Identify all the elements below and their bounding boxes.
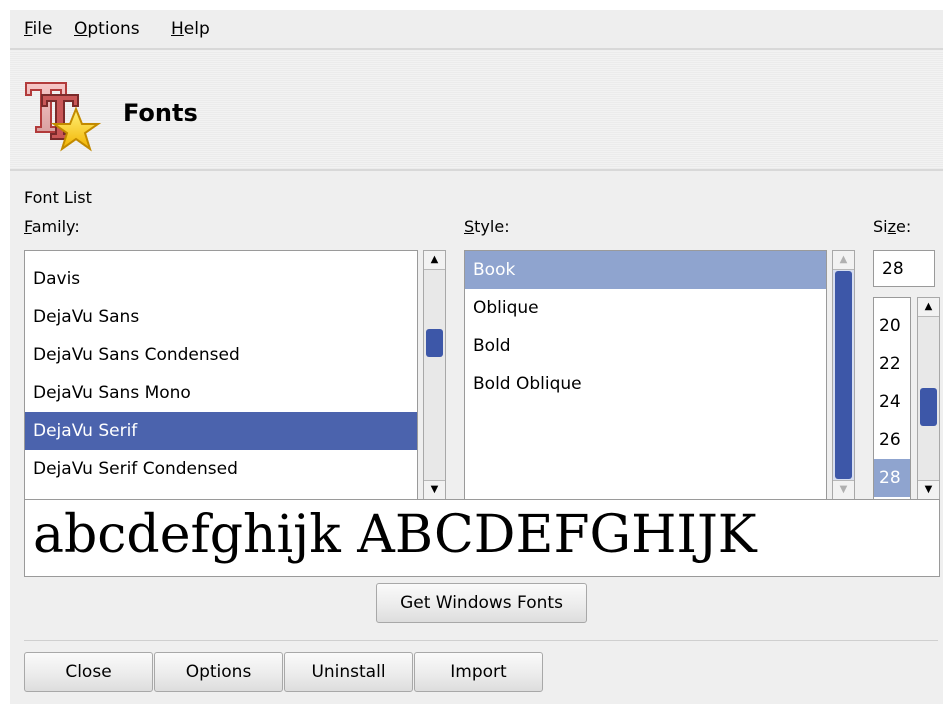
family-label-text: amily: (31, 217, 80, 236)
family-list[interactable]: Davis DejaVu Sans DejaVu Sans Condensed … (24, 250, 418, 500)
font-preview: abcdefghijk ABCDEFGHIJK (24, 499, 940, 577)
family-item-selected[interactable]: DejaVu Serif (25, 412, 417, 450)
header-banner: Fonts (10, 51, 943, 171)
menu-options[interactable]: Options (74, 19, 140, 39)
size-item[interactable]: 26 (874, 421, 910, 459)
scroll-down-arrow-icon[interactable]: ▼ (833, 480, 854, 499)
options-button[interactable]: Options (154, 652, 283, 692)
size-item[interactable]: 22 (874, 345, 910, 383)
style-scrollbar[interactable]: ▲ ▼ (832, 250, 855, 500)
size-label-pre: Si (873, 217, 888, 236)
style-label: Style: (464, 217, 510, 236)
menu-options-mnemonic: O (74, 19, 88, 39)
menu-file-mnemonic: F (24, 19, 33, 39)
size-scrollbar[interactable]: ▲ ▼ (917, 297, 940, 500)
family-item[interactable]: Davis (25, 260, 417, 298)
menu-help[interactable]: Help (171, 19, 210, 39)
get-windows-fonts-button[interactable]: Get Windows Fonts (376, 583, 587, 623)
menu-options-label: ptions (87, 19, 140, 39)
style-item-selected[interactable]: Book (465, 251, 826, 289)
menu-help-label: elp (183, 19, 210, 39)
family-item[interactable]: DejaVu Sans Condensed (25, 336, 417, 374)
size-list[interactable]: 20 22 24 26 28 (873, 297, 911, 500)
font-list-label: Font List (24, 188, 92, 207)
style-item[interactable]: Bold Oblique (465, 365, 826, 403)
scroll-up-arrow-icon[interactable]: ▲ (424, 251, 445, 270)
style-item[interactable]: Bold (465, 327, 826, 365)
menu-file-label: ile (32, 19, 53, 39)
scroll-up-arrow-icon[interactable]: ▲ (833, 251, 854, 270)
close-button[interactable]: Close (24, 652, 153, 692)
style-item[interactable]: Oblique (465, 289, 826, 327)
scroll-up-arrow-icon[interactable]: ▲ (918, 298, 939, 317)
size-label-text: e: (896, 217, 912, 236)
family-label: Family: (24, 217, 80, 236)
fonts-app-icon (25, 82, 102, 152)
family-scroll-thumb[interactable] (426, 329, 443, 357)
family-item[interactable]: DejaVu Serif Condensed (25, 450, 417, 488)
scroll-down-arrow-icon[interactable]: ▼ (918, 480, 939, 499)
fonts-window: File Options Help Fonts Font List Family… (10, 10, 943, 704)
size-item[interactable]: 20 (874, 307, 910, 345)
size-scroll-thumb[interactable] (920, 388, 937, 426)
size-item[interactable]: 24 (874, 383, 910, 421)
divider (24, 640, 938, 641)
style-list[interactable]: Book Oblique Bold Bold Oblique (464, 250, 827, 500)
family-label-mnemonic: F (24, 217, 32, 236)
menu-file[interactable]: File (24, 19, 52, 39)
page-title: Fonts (123, 99, 198, 127)
scroll-down-arrow-icon[interactable]: ▼ (424, 480, 445, 499)
menu-help-mnemonic: H (171, 19, 184, 39)
size-label: Size: (873, 217, 911, 236)
import-button[interactable]: Import (414, 652, 543, 692)
style-label-mnemonic: S (464, 217, 475, 236)
uninstall-button[interactable]: Uninstall (284, 652, 413, 692)
size-label-mnemonic: z (887, 217, 897, 236)
preview-text: abcdefghijk ABCDEFGHIJK (33, 505, 757, 565)
family-scrollbar[interactable]: ▲ ▼ (423, 250, 446, 500)
family-item[interactable]: DejaVu Sans (25, 298, 417, 336)
family-item[interactable]: DejaVu Sans Mono (25, 374, 417, 412)
menu-bar: File Options Help (10, 10, 943, 50)
style-label-text: tyle: (474, 217, 510, 236)
style-scroll-thumb[interactable] (835, 271, 852, 479)
size-item-selected[interactable]: 28 (874, 459, 910, 497)
size-input[interactable]: 28 (873, 250, 935, 287)
